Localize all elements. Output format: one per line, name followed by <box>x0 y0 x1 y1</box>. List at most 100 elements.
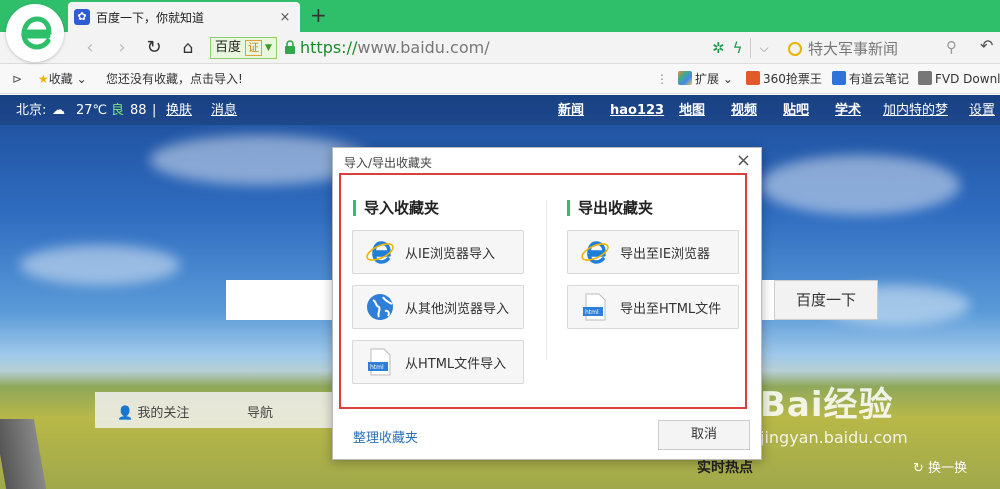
refresh-label: 换一换 <box>928 461 968 476</box>
export-to-ie-button[interactable]: 导出至IE浏览器 <box>567 230 739 274</box>
chevron-down-icon: ▼ <box>265 43 272 53</box>
organize-favorites-link[interactable]: 整理收藏夹 <box>353 427 418 446</box>
settings-link[interactable]: 设置 <box>969 103 995 119</box>
search-icon[interactable]: ⚲ <box>946 38 957 56</box>
cloud <box>20 245 180 285</box>
top-nav: 北京: ☁ 27℃ 良 88 | 换肤 消息 新闻 hao123 地图 视频 贴… <box>0 95 1000 125</box>
user-name-link[interactable]: 加内特的梦 <box>883 103 948 119</box>
import-from-ie-button[interactable]: 从IE浏览器导入 <box>352 230 524 274</box>
refresh-ring-icon[interactable]: ✲ <box>712 39 725 57</box>
html-file-icon: html <box>583 293 606 321</box>
ext-item-ticket[interactable]: 360抢票王 <box>746 71 822 87</box>
ext-label: FVD Downl <box>935 72 1000 86</box>
more-icon[interactable]: ⋮ <box>656 71 668 87</box>
watermark-brand: Bai经验 <box>760 385 894 425</box>
nav-map[interactable]: 地图 <box>679 103 705 119</box>
address-tools: ✲ ϟ ⌵ <box>712 38 769 58</box>
site-identity-label: 百度 <box>215 40 242 55</box>
close-icon[interactable]: × <box>736 150 751 171</box>
nav-xueshu[interactable]: 学术 <box>835 103 861 119</box>
extensions-label: 扩展 <box>695 72 720 86</box>
divider <box>750 38 752 58</box>
ticket-icon <box>746 71 760 85</box>
active-tab[interactable]: ✿ 百度一下，你就知道 × <box>68 2 300 32</box>
option-label: 导出至HTML文件 <box>620 301 722 317</box>
air-quality: 良 <box>111 103 125 118</box>
feed-panel: 👤 我的关注 导航 <box>95 392 335 428</box>
weather-icon: ☁ <box>52 103 65 118</box>
cancel-button[interactable]: 取消 <box>658 420 750 450</box>
undo-icon[interactable]: ↶ <box>980 36 993 55</box>
option-label: 从HTML文件导入 <box>405 356 507 372</box>
new-tab-button[interactable]: + <box>310 4 327 26</box>
browser-e-logo-icon <box>21 16 52 50</box>
html-file-icon: html <box>368 348 391 376</box>
extensions-icon <box>678 71 692 85</box>
browser-logo[interactable] <box>6 4 64 62</box>
sidebar-toggle-icon[interactable]: ⊳ <box>12 71 22 87</box>
ext-item-fvd[interactable]: FVD Downl <box>918 71 1000 87</box>
road <box>0 419 47 489</box>
tab-close-icon[interactable]: × <box>276 10 294 25</box>
ie-icon <box>366 241 394 264</box>
nav-hao123[interactable]: hao123 <box>610 103 664 119</box>
temperature: 27℃ <box>76 103 108 118</box>
column-divider <box>546 200 547 360</box>
watermark: Bai经验 jingyan.baidu.com <box>760 377 908 447</box>
dialog-title: 导入/导出收藏夹 <box>344 156 433 170</box>
search-input[interactable]: 特大军事新闻 <box>788 38 898 59</box>
svg-text:html: html <box>585 309 599 316</box>
address-input[interactable]: https://www.baidu.com/ <box>300 38 490 58</box>
export-to-html-button[interactable]: html 导出至HTML文件 <box>567 285 739 329</box>
lock-icon <box>285 40 295 54</box>
baidu-paw-icon: ✿ <box>74 9 90 25</box>
lightning-icon[interactable]: ϟ <box>733 39 743 57</box>
tab-navigation[interactable]: 导航 <box>247 402 273 421</box>
user-icon: 👤 <box>117 406 134 421</box>
navigation-bar: ‹ › ↻ ⌂ 百度 证 ▼ https://www.baidu.com/ ✲ … <box>0 32 1000 64</box>
import-hint-link[interactable]: 您还没有收藏，点击导入! <box>106 71 243 87</box>
messages-link[interactable]: 消息 <box>211 103 237 119</box>
home-icon[interactable]: ⌂ <box>176 36 200 60</box>
ext-label: 有道云笔记 <box>849 72 910 86</box>
search-placeholder: 特大军事新闻 <box>808 40 899 58</box>
reload-icon[interactable]: ↻ <box>142 36 166 60</box>
svg-text:html: html <box>370 364 384 371</box>
globe-icon <box>367 294 393 320</box>
watermark-url: jingyan.baidu.com <box>760 428 908 447</box>
divider: | <box>152 103 157 118</box>
tab-my-follow[interactable]: 👤 我的关注 <box>117 402 189 421</box>
refresh-icon: ↻ <box>913 461 924 476</box>
nav-tieba[interactable]: 贴吧 <box>783 103 809 119</box>
bookmarks-bar: ⊳ ★收藏 ⌄ 您还没有收藏，点击导入! ⋮ 扩展 ⌄ 360抢票王 有道云笔记… <box>0 64 1000 94</box>
cert-badge: 证 <box>245 40 263 56</box>
export-heading: 导出收藏夹 <box>567 200 653 216</box>
favorites-menu[interactable]: ★收藏 ⌄ <box>38 71 87 87</box>
ext-label: 360抢票王 <box>763 72 822 86</box>
import-from-other-browser-button[interactable]: 从其他浏览器导入 <box>352 285 524 329</box>
refresh-link[interactable]: ↻ 换一换 <box>913 457 967 476</box>
cloud <box>760 155 960 215</box>
import-heading: 导入收藏夹 <box>353 200 439 216</box>
import-export-dialog: 导入/导出收藏夹 × 导入收藏夹 导出收藏夹 从IE浏览器导入 从其他浏览器导入… <box>332 147 762 460</box>
site-identity[interactable]: 百度 证 ▼ <box>210 37 277 59</box>
favorites-label: 收藏 <box>48 72 73 86</box>
skin-link[interactable]: 换肤 <box>166 103 192 119</box>
baidu-search-button[interactable]: 百度一下 <box>774 280 878 320</box>
url-host: www.baidu.com/ <box>357 38 490 57</box>
ext-item-youdao[interactable]: 有道云笔记 <box>832 71 909 87</box>
hot-topics-title: 实时热点 <box>697 460 753 476</box>
note-icon <box>832 71 846 85</box>
ie-icon <box>581 241 609 264</box>
back-icon[interactable]: ‹ <box>78 36 102 60</box>
nav-video[interactable]: 视频 <box>731 103 757 119</box>
tab-title: 百度一下，你就知道 <box>96 10 205 25</box>
tab-bar: ✿ 百度一下，你就知道 × + <box>0 0 1000 32</box>
chevron-down-icon[interactable]: ⌵ <box>759 41 768 56</box>
download-icon <box>918 71 932 85</box>
import-from-html-button[interactable]: html 从HTML文件导入 <box>352 340 524 384</box>
nav-news[interactable]: 新闻 <box>558 103 584 119</box>
extensions-menu[interactable]: 扩展 ⌄ <box>678 71 733 87</box>
star-icon: ★ <box>38 72 49 86</box>
forward-icon[interactable]: › <box>110 36 134 60</box>
